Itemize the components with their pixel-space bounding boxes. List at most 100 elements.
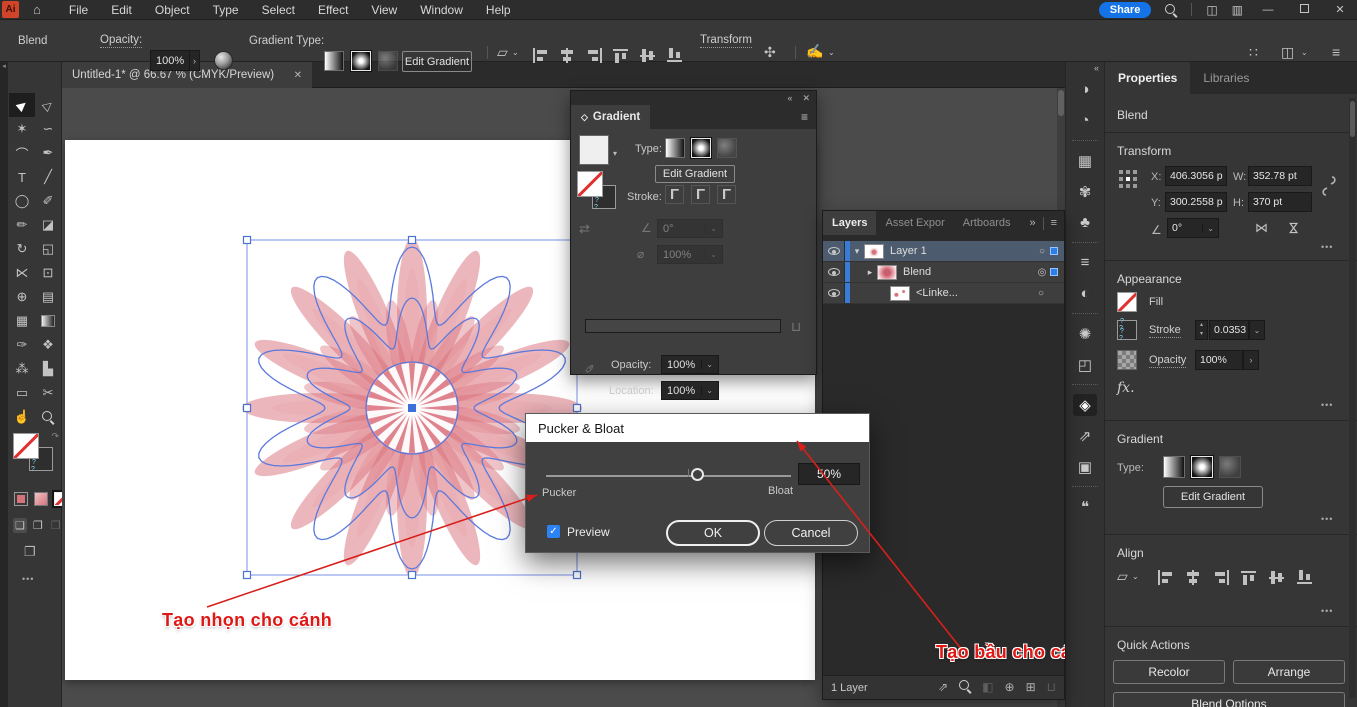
properties-scroll-thumb[interactable] [1350,101,1355,137]
layer-name[interactable]: Layer 1 [890,245,1034,257]
cancel-button[interactable]: Cancel [764,520,858,546]
symbol-sprayer-tool[interactable]: ⁂ [9,357,35,381]
w-field[interactable]: 352.78 pt [1248,166,1312,186]
shaper-chevron-icon[interactable]: ⌄ [828,48,835,57]
layer-target-icon[interactable]: ◎ [1034,267,1050,278]
props-horizontal-align-center[interactable] [1185,570,1202,585]
opacity-panel-label[interactable]: Opacity [1149,354,1186,368]
gradient-angle-field[interactable]: 0°⌄ [657,219,723,238]
gradient-radial-swatch[interactable] [351,51,371,71]
dock-stroke-icon[interactable]: ≡ [1065,247,1105,278]
panel-menu-icon[interactable]: ≡ [1332,44,1340,60]
stroke-across-icon[interactable]: Γ [717,185,736,204]
pencil-tool[interactable]: ✏ [9,213,35,237]
fx-button[interactable]: fx. [1117,380,1135,396]
gradient-slider-bar[interactable] [585,319,781,333]
opacity-swatch[interactable] [1117,350,1137,370]
make-clip-mask-icon[interactable]: ◧ [982,680,993,695]
layers-overflow-icon[interactable]: » [1029,217,1035,229]
menu-help[interactable]: Help [486,3,511,17]
edit-gradient-button[interactable]: Edit Gradient [402,51,472,72]
minimize-button[interactable]: — [1257,4,1279,16]
layer-thumbnail[interactable] [890,286,910,301]
curvature-tool[interactable]: ⌒ [9,141,35,165]
draw-normal-icon[interactable]: ❏ [13,518,27,533]
panel-radial-swatch[interactable] [691,138,711,158]
gradient-swatch-chevron-icon[interactable]: ▾ [613,149,617,158]
props-edit-gradient-button[interactable]: Edit Gradient [1163,486,1263,508]
stroke-weight-dropdown[interactable]: ⌄ [1249,320,1265,340]
stroke-swatch[interactable] [1117,320,1137,340]
document-close-icon[interactable]: ✕ [294,70,302,81]
transform-scale-icon[interactable]: ✣ [764,44,776,61]
mesh-tool[interactable]: ▦ [9,309,35,333]
tab-libraries[interactable]: Libraries [1190,62,1262,94]
dock-transparency-icon[interactable]: ◐ [1065,278,1105,309]
stroke-along-icon[interactable]: Γ [691,185,710,204]
zoom-tool[interactable] [35,405,61,429]
delete-stop-icon[interactable]: ⊔ [791,319,801,335]
cb-vertical-align-middle[interactable] [640,48,657,63]
lasso-tool[interactable]: ∽ [35,117,61,141]
x-field[interactable]: 406.3056 p [1165,166,1227,186]
visibility-cell[interactable] [823,262,845,282]
scale-tool[interactable]: ◱ [35,237,61,261]
fill-label[interactable]: Fill [1149,296,1163,308]
gradient-panel-menu-icon[interactable]: ≡ [801,110,816,124]
document-layout-icon[interactable]: ▥ [1232,3,1243,17]
dock-swatches-icon[interactable]: ▦ [1065,145,1105,176]
type-tool[interactable]: T [9,165,35,189]
recolor-artwork-icon[interactable] [214,51,233,70]
align-to-selection-icon[interactable]: ▱ [497,44,508,61]
new-layer-icon[interactable]: ⊞ [1026,680,1036,695]
new-sublayer-icon[interactable]: ⊕ [1005,680,1015,695]
pucker-slider-track[interactable] [546,475,791,477]
fill-none-swatch[interactable] [13,433,39,459]
toolbar-more-icon[interactable]: ••• [22,574,34,584]
dialog-title[interactable]: Pucker & Bloat [526,414,869,442]
dock-export-icon[interactable]: ⇗ [1065,420,1105,451]
props-horizontal-align-right[interactable] [1213,570,1230,585]
menu-window[interactable]: Window [420,3,463,17]
column-graph-tool[interactable]: ▙ [35,357,61,381]
pucker-slider-thumb[interactable] [691,468,704,481]
slice-tool[interactable]: ✂ [35,381,61,405]
visibility-cell[interactable] [823,241,845,261]
dock-artboards-icon[interactable]: ▣ [1065,451,1105,482]
fill-stroke-widget[interactable]: ↷ [13,431,59,483]
props-vertical-align-top[interactable] [1241,570,1258,585]
h-field[interactable]: 370 pt [1248,192,1312,212]
fill-swatch[interactable] [1117,292,1137,312]
paintbrush-tool[interactable]: ✐ [35,189,61,213]
dock-color-guide-icon[interactable]: ◔ [1065,105,1105,136]
dock-brushes-icon[interactable]: ✾ [1065,176,1105,207]
layer-chevron-icon[interactable]: ▸ [863,267,877,278]
dock-pathfinder-icon[interactable]: ◰ [1065,349,1105,380]
gradient-freeform-swatch[interactable] [378,51,398,71]
align-to-icon[interactable]: ▱ [1117,568,1128,585]
width-tool[interactable]: ⋉ [9,261,35,285]
draw-inside-icon[interactable]: ❒ [49,518,63,533]
preview-checkbox[interactable]: ✓ [547,525,560,538]
panel-collapse-icon[interactable]: « [787,93,792,103]
recolor-button[interactable]: Recolor [1113,660,1225,684]
stroke-weight-field[interactable]: 0.0353 [1209,320,1249,340]
tab-properties[interactable]: Properties [1105,62,1190,94]
cb-horizontal-align-center[interactable] [559,48,576,63]
layer-target-icon[interactable]: ○ [1034,246,1050,257]
color-button[interactable] [14,492,28,506]
panel-freeform-swatch[interactable] [717,138,737,158]
align-to-chevron[interactable]: ⌄ [1132,572,1139,581]
align-more-icon[interactable]: ••• [1321,606,1333,616]
align-to-chevron-icon[interactable]: ⌄ [512,48,519,57]
tab-artboards[interactable]: Artboards [954,211,1020,235]
shaper-pen-icon[interactable]: ✍ [806,43,823,60]
screen-mode-icon[interactable]: ❐ [24,544,36,560]
layer-thumbnail[interactable] [877,265,897,280]
menu-view[interactable]: View [371,3,397,17]
constrain-proportions-icon[interactable] [1321,174,1337,201]
stroke-label[interactable]: Stroke [1149,324,1181,338]
flip-horizontal-icon[interactable]: ⋈ [1255,220,1268,236]
dock-collapse-icon[interactable]: « [1066,62,1104,74]
layers-menu-icon[interactable]: ≡ [1051,217,1057,229]
